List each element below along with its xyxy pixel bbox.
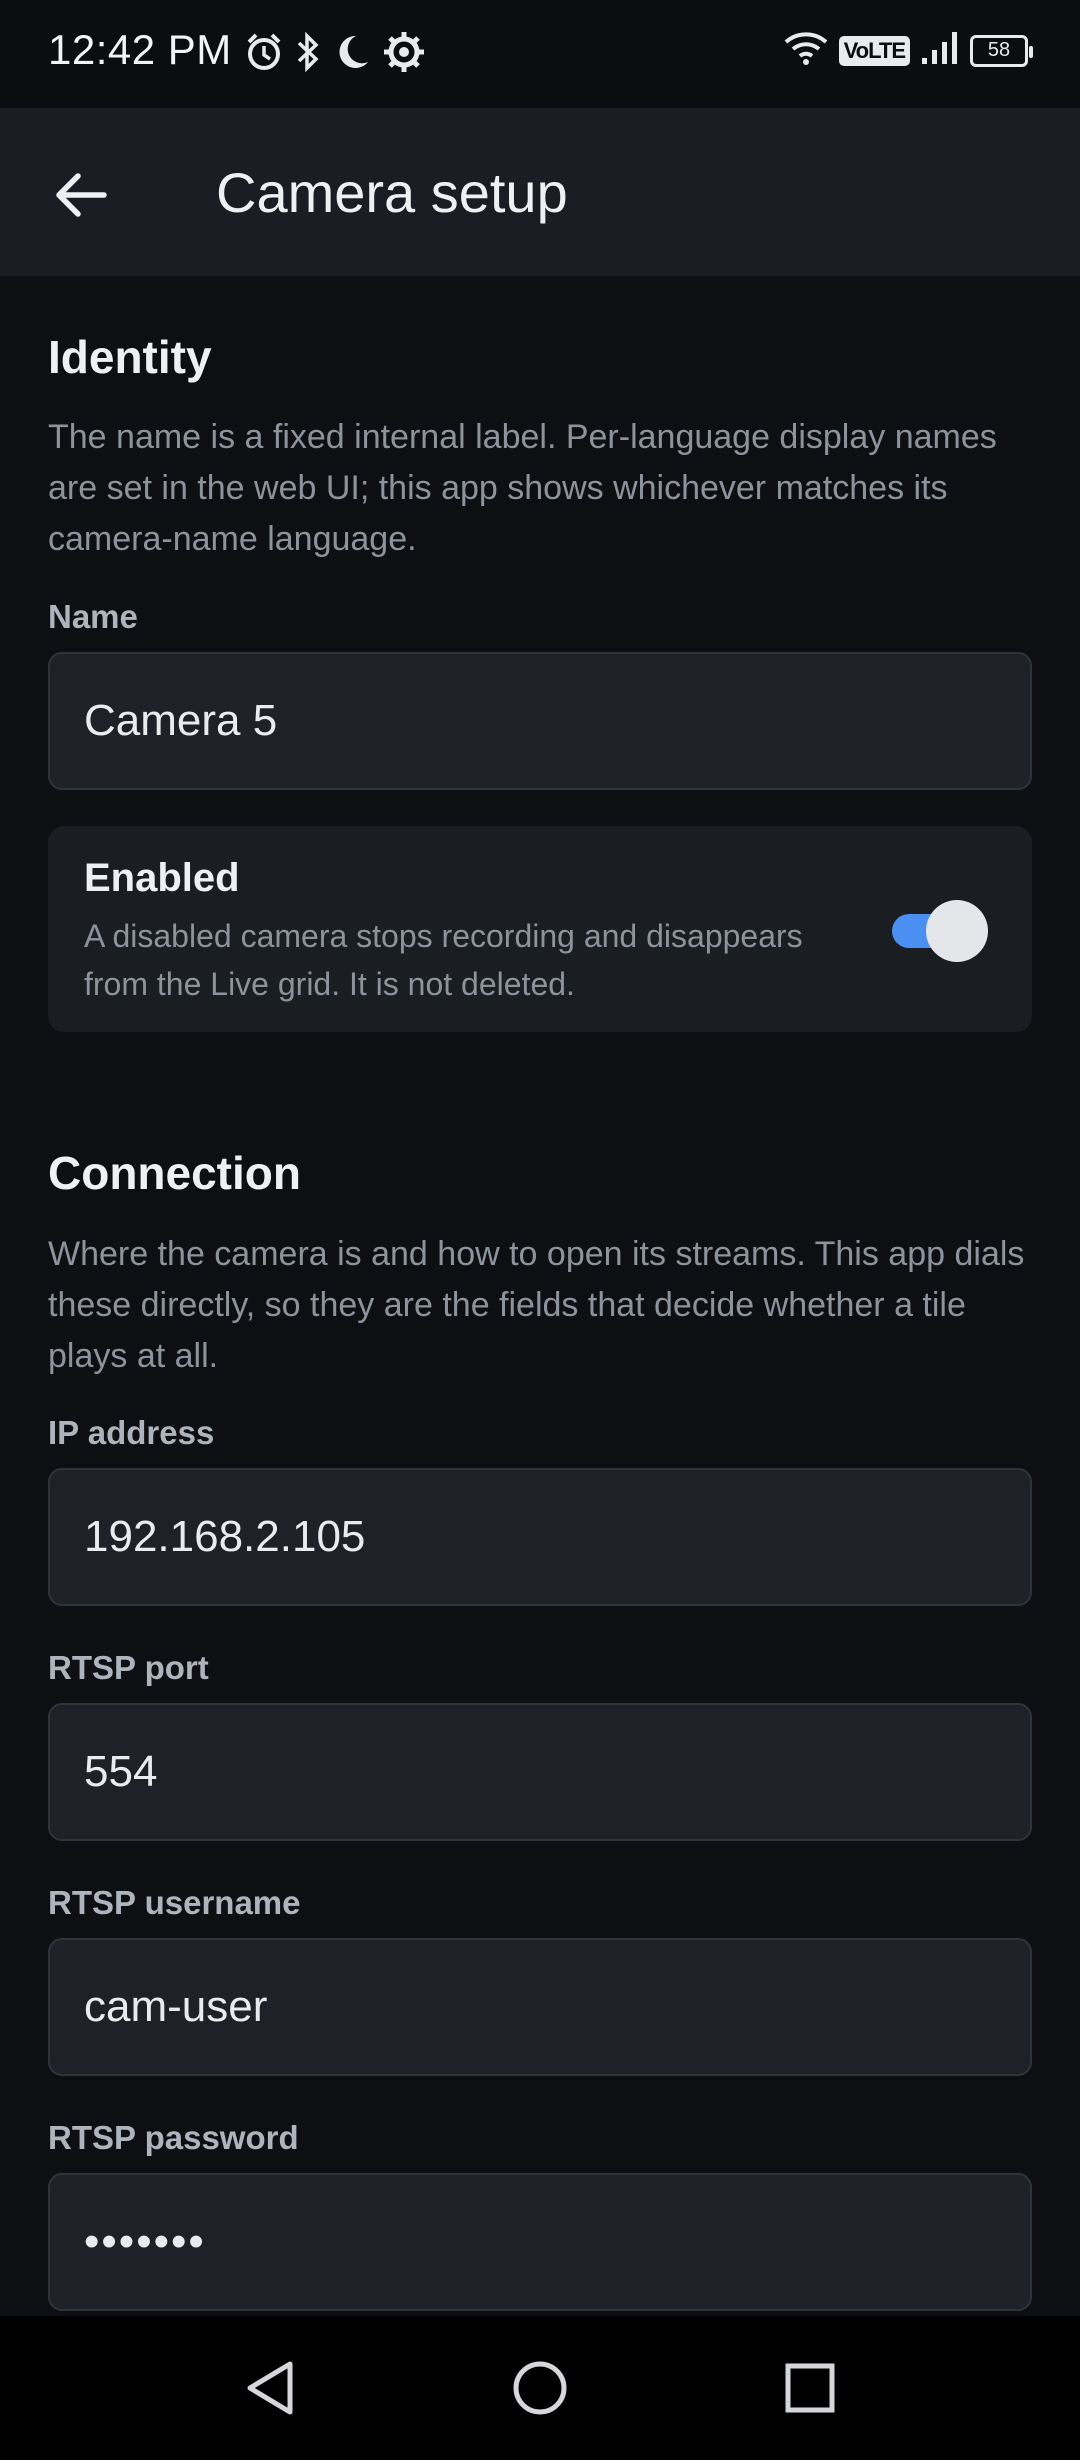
back-button[interactable] (46, 160, 116, 230)
settings-gear-icon (382, 30, 426, 79)
app-bar: Camera setup (0, 108, 1080, 276)
name-field[interactable]: Camera 5 (48, 652, 1032, 790)
nav-recents-button[interactable] (774, 2352, 846, 2424)
nav-back-button[interactable] (234, 2352, 306, 2424)
enabled-toggle-description: A disabled camera stops recording and di… (84, 918, 803, 1002)
signal-icon (920, 30, 960, 71)
home-circle-icon (513, 2361, 567, 2415)
status-left-icons (246, 30, 426, 79)
bluetooth-icon (294, 31, 322, 78)
rtsp-password-value: ••••••• (84, 2217, 206, 2266)
rtsp-password-field[interactable]: ••••••• (48, 2173, 1032, 2311)
battery-icon: 58 (970, 34, 1033, 67)
back-triangle-icon (247, 2361, 293, 2415)
moon-icon (334, 32, 370, 77)
camera-setup-screen: 12:42 PM VoLTE 58 Camera setup Identity … (0, 0, 1080, 2460)
rtsp-username-field[interactable]: cam-user (48, 1938, 1032, 2076)
connection-section-title: Connection (48, 1147, 301, 1199)
enabled-toggle-title: Enabled (84, 856, 240, 900)
rtsp-port-label: RTSP port (48, 1649, 209, 1686)
status-right-icons: VoLTE 58 (783, 30, 1033, 71)
rtsp-port-field[interactable]: 554 (48, 1703, 1032, 1841)
ip-address-label: IP address (48, 1414, 215, 1451)
rtsp-username-value: cam-user (84, 1982, 268, 2031)
name-field-label: Name (48, 598, 138, 635)
system-nav-bar (0, 2316, 1080, 2460)
enabled-switch[interactable] (892, 898, 988, 962)
arrow-left-icon (56, 173, 107, 217)
rtsp-password-label: RTSP password (48, 2119, 299, 2156)
status-time: 12:42 PM (48, 26, 232, 73)
recents-square-icon (785, 2363, 835, 2413)
page-title: Camera setup (216, 161, 568, 224)
identity-section-title: Identity (48, 331, 212, 383)
rtsp-username-label: RTSP username (48, 1884, 301, 1921)
rtsp-port-value: 554 (84, 1747, 158, 1796)
ip-address-field[interactable]: 192.168.2.105 (48, 1468, 1032, 1606)
name-field-value: Camera 5 (84, 696, 278, 745)
ip-address-value: 192.168.2.105 (84, 1512, 366, 1561)
volte-icon: VoLTE (838, 35, 910, 66)
enabled-switch-thumb (926, 900, 988, 962)
connection-section-description: Where the camera is and how to open its … (48, 1235, 1025, 1375)
alarm-icon (246, 32, 282, 77)
enabled-toggle-card[interactable]: Enabled A disabled camera stops recordin… (48, 826, 1032, 1032)
wifi-icon (783, 30, 829, 71)
status-bar: 12:42 PM VoLTE 58 (0, 0, 1080, 108)
identity-section-description: The name is a fixed internal label. Per-… (48, 418, 997, 558)
nav-home-button[interactable] (504, 2352, 576, 2424)
